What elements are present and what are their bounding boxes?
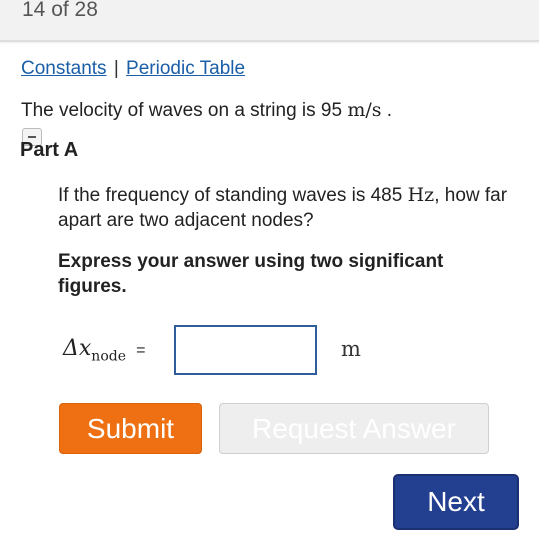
constants-link[interactable]: Constants	[21, 58, 107, 79]
question-text: If the frequency of standing waves is 48…	[58, 183, 508, 233]
answer-symbol: Δx	[63, 336, 92, 361]
problem-text: The velocity of waves on a string is 95	[21, 100, 343, 121]
resource-links: Constants | Periodic Table	[21, 58, 245, 80]
question-body: If the frequency of standing waves is 48…	[58, 185, 403, 206]
equals-sign: =	[136, 342, 146, 359]
next-button[interactable]: Next	[393, 474, 519, 530]
submit-button[interactable]: Submit	[59, 403, 202, 454]
answer-unit: m	[341, 337, 361, 361]
frequency-unit: Hz	[407, 184, 435, 206]
answer-label: Δxnode =	[63, 335, 145, 364]
answer-subscript: node	[91, 348, 126, 365]
item-counter: 14 of 28	[22, 0, 98, 21]
problem-period: .	[386, 100, 393, 121]
velocity-unit: m/s	[347, 99, 382, 121]
top-bar: 14 of 28	[0, 0, 539, 42]
answer-instruction: Express your answer using two significan…	[58, 251, 444, 297]
request-answer-button[interactable]: Request Answer	[219, 403, 489, 454]
answer-input[interactable]	[174, 325, 317, 375]
link-separator: |	[113, 58, 119, 79]
periodic-table-link[interactable]: Periodic Table	[126, 58, 245, 79]
part-title: Part A	[20, 139, 79, 161]
problem-statement: The velocity of waves on a string is 95 …	[21, 99, 392, 122]
